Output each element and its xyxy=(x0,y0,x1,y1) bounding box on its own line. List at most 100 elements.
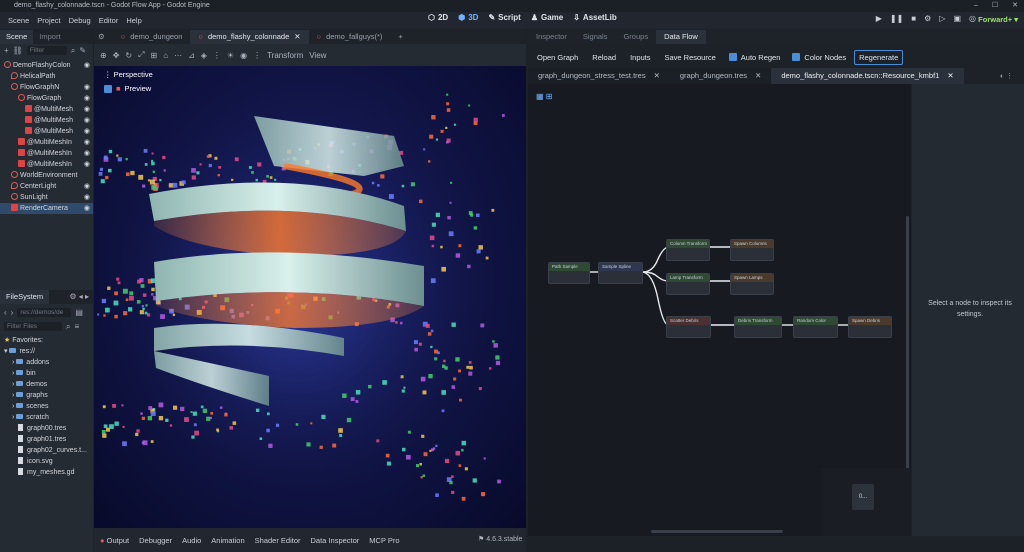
scene-tree-item[interactable]: WorldEnvironment xyxy=(0,170,93,181)
workspace-game-button[interactable]: ♟ Game xyxy=(531,13,563,22)
menu-scene[interactable]: Scene xyxy=(4,16,33,25)
scene-tree-item[interactable]: RenderCamera ◉ xyxy=(0,203,93,214)
fs-file-item[interactable]: graph02_curves.t... xyxy=(4,445,93,456)
graph-node[interactable]: Path Sample xyxy=(548,262,590,284)
visibility-eye-icon[interactable]: ◉ xyxy=(84,126,90,137)
graph-node[interactable]: Column Transform xyxy=(666,239,710,261)
preview-checkbox[interactable] xyxy=(104,84,112,93)
scene-tree-item[interactable]: @MultiMesh ◉ xyxy=(0,115,93,126)
close-icon[interactable]: ✕ xyxy=(294,30,300,44)
visibility-eye-icon[interactable]: ◉ xyxy=(84,93,90,104)
visibility-eye-icon[interactable]: ◉ xyxy=(84,115,90,126)
fs-options-icon[interactable]: ⚙ ◂ ▸ xyxy=(69,290,93,304)
remote-debug-icon[interactable]: ⚙ xyxy=(924,14,931,23)
visibility-eye-icon[interactable]: ◉ xyxy=(84,203,90,214)
reload-button[interactable]: Reload xyxy=(587,51,621,64)
graph-horizontal-scrollbar[interactable] xyxy=(651,530,783,533)
visibility-eye-icon[interactable]: ◉ xyxy=(84,104,90,115)
visibility-eye-icon[interactable]: ◉ xyxy=(84,82,90,93)
play-scene-icon[interactable]: ▷ xyxy=(939,14,945,23)
close-icon[interactable]: ✕ xyxy=(654,68,660,84)
maximize-icon[interactable]: ☐ xyxy=(992,0,998,12)
menu-help[interactable]: Help xyxy=(122,16,145,25)
bottom-tab-shader-editor[interactable]: Shader Editor xyxy=(255,536,301,545)
transform-menu[interactable]: Transform xyxy=(267,51,303,60)
fs-file-item[interactable]: graph00.tres xyxy=(4,423,93,434)
scene-tree-item[interactable]: CenterLight ◉ xyxy=(0,181,93,192)
back-icon[interactable]: ‹ xyxy=(4,308,7,317)
graph-tab-colonnade-resource[interactable]: demo_flashy_colonnade.tscn::Resource_kmb… xyxy=(771,68,964,84)
graph-minimap[interactable]: 0... xyxy=(822,468,910,536)
expand-arrow-icon[interactable]: › xyxy=(12,414,14,421)
ruler-icon[interactable]: ⊿ xyxy=(188,51,195,60)
bottom-tab-mcp-pro[interactable]: MCP Pro xyxy=(369,536,399,545)
auto-regen-checkbox[interactable] xyxy=(728,53,737,61)
fs-folder-item[interactable]: › scratch xyxy=(4,412,93,423)
expand-arrow-icon[interactable]: › xyxy=(12,359,14,366)
close-icon[interactable]: ✕ xyxy=(1012,0,1018,12)
scene-tab-demo-fallguys[interactable]: ○ demo_fallguys(*) xyxy=(309,30,391,44)
sun-icon[interactable]: ☀ xyxy=(227,51,234,60)
graph-node[interactable]: Sample Spline xyxy=(598,262,643,284)
forward-icon[interactable]: › xyxy=(11,308,14,317)
bottom-tab-animation[interactable]: Animation xyxy=(211,536,244,545)
close-icon[interactable]: ✕ xyxy=(947,68,953,84)
link-icon[interactable]: ⛓ xyxy=(13,46,23,55)
add-node-icon[interactable]: + xyxy=(4,46,9,55)
split-view-icon[interactable]: ▤ xyxy=(75,308,83,317)
fs-root[interactable]: ▾ res:// xyxy=(4,346,93,357)
script-icon[interactable]: ✎ xyxy=(79,46,86,55)
workspace-assetlib-button[interactable]: ⇩ AssetLib xyxy=(573,13,617,22)
view-menu[interactable]: View xyxy=(309,51,326,60)
minimize-icon[interactable]: – xyxy=(974,0,978,12)
save-resource-button[interactable]: Save Resource xyxy=(660,51,721,64)
fs-folder-item[interactable]: › addons xyxy=(4,357,93,368)
workspace-script-button[interactable]: ✎ Script xyxy=(488,13,520,22)
rotate-tool-icon[interactable]: ↻ xyxy=(125,51,132,60)
color-nodes-toggle[interactable]: Color Nodes xyxy=(788,53,850,62)
search-icon[interactable]: ⌕ xyxy=(71,46,75,56)
snap-icon[interactable]: ⋮ xyxy=(213,51,221,60)
inputs-button[interactable]: Inputs xyxy=(625,51,655,64)
movie-icon[interactable]: ◎ xyxy=(969,14,976,23)
graph-node[interactable]: Spawn Columns xyxy=(730,239,774,261)
visibility-eye-icon[interactable]: ◉ xyxy=(84,60,90,71)
bottom-tab-output[interactable]: ● Output xyxy=(100,536,129,545)
bottom-tab-audio[interactable]: Audio xyxy=(182,536,201,545)
open-graph-button[interactable]: Open Graph xyxy=(532,51,583,64)
scene-tree-item[interactable]: FlowGraphN ◉ xyxy=(0,82,93,93)
select-tool-icon[interactable]: ⊕ xyxy=(100,51,107,60)
bottom-tab-data-inspector[interactable]: Data Inspector xyxy=(311,536,360,545)
visibility-eye-icon[interactable]: ◉ xyxy=(84,159,90,170)
visibility-eye-icon[interactable]: ◉ xyxy=(84,137,90,148)
scene-tab-demo-flashy-colonnade[interactable]: ○ demo_flashy_colonnade ✕ xyxy=(190,30,309,44)
fs-folder-item[interactable]: › scenes xyxy=(4,401,93,412)
viewport-preview-toggle[interactable]: ■ Preview xyxy=(104,84,151,93)
scene-tree-item[interactable]: @MultiMeshIn ◉ xyxy=(0,159,93,170)
fs-folder-item[interactable]: › demos xyxy=(4,379,93,390)
sort-icon[interactable]: ≡ xyxy=(74,322,79,331)
fs-folder-item[interactable]: › bin xyxy=(4,368,93,379)
graph-tab-dungeon[interactable]: graph_dungeon.tres ✕ xyxy=(670,68,771,84)
graph-node[interactable]: Random Color xyxy=(793,316,838,338)
graph-tab-stress-test[interactable]: graph_dungeon_stress_test.tres ✕ xyxy=(528,68,670,84)
stop-icon[interactable]: ■ xyxy=(911,14,916,23)
scene-tree-item[interactable]: SunLight ◉ xyxy=(0,192,93,203)
graph-node[interactable]: Spawn Debris xyxy=(848,316,892,338)
fs-file-item[interactable]: icon.svg xyxy=(4,456,93,467)
tab-filesystem[interactable]: FileSystem xyxy=(0,290,50,304)
environment-icon[interactable]: ◉ xyxy=(240,51,247,60)
graph-tabs-menu-icon[interactable]: ◐ ⋮ xyxy=(1000,72,1013,80)
scene-tree-item[interactable]: @MultiMesh ◉ xyxy=(0,126,93,137)
fs-file-item[interactable]: graph01.tres xyxy=(4,434,93,445)
scene-tree-item[interactable]: @MultiMesh ◉ xyxy=(0,104,93,115)
fs-folder-item[interactable]: › graphs xyxy=(4,390,93,401)
menu-debug[interactable]: Debug xyxy=(65,16,95,25)
add-scene-tab-icon[interactable]: + xyxy=(390,30,410,44)
visibility-eye-icon[interactable]: ◉ xyxy=(84,192,90,203)
expand-arrow-icon[interactable]: › xyxy=(12,370,14,377)
close-icon[interactable]: ✕ xyxy=(755,68,761,84)
move-tool-icon[interactable]: ✥ xyxy=(113,51,120,60)
renderer-selector[interactable]: Forward+ ▾ xyxy=(978,15,1018,24)
workspace-3d-button[interactable]: ⬢ 3D xyxy=(458,13,478,22)
